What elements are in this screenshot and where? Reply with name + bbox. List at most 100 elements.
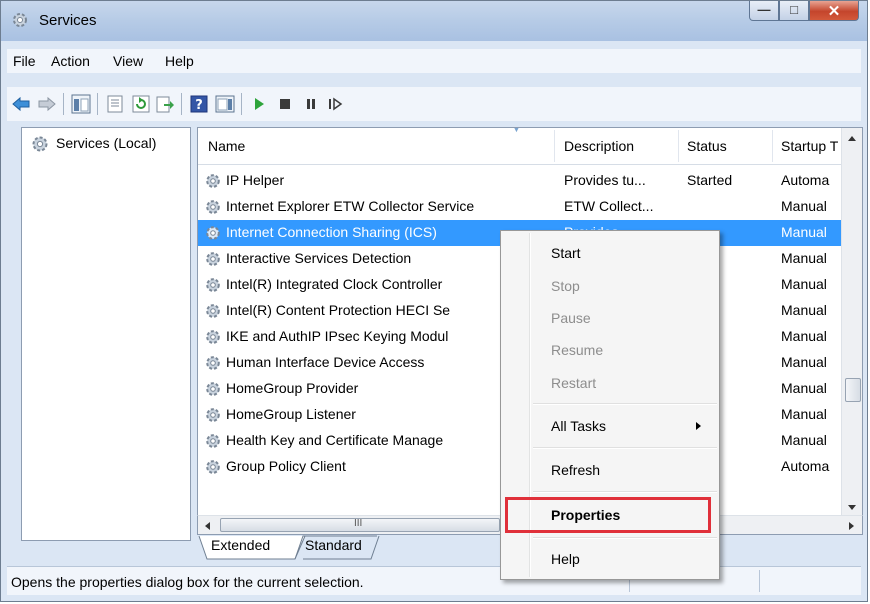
scroll-left-arrow-icon[interactable]	[203, 521, 211, 531]
column-description[interactable]: Description	[564, 138, 634, 154]
resume-service-icon[interactable]	[325, 94, 345, 114]
column-divider[interactable]	[554, 130, 555, 162]
forward-icon[interactable]	[37, 94, 57, 114]
services-gear-icon	[13, 13, 27, 27]
title-bar[interactable]: Services — □ ✕	[1, 1, 867, 41]
tab-extended[interactable]: Extended	[211, 537, 270, 553]
context-separator	[533, 537, 717, 539]
context-separator	[533, 491, 717, 493]
close-button[interactable]: ✕	[809, 1, 859, 21]
service-description: ETW Collect...	[564, 198, 654, 214]
service-gear-icon	[206, 382, 220, 396]
service-startup-type: Automa	[781, 458, 830, 474]
horizontal-scroll-thumb[interactable]: III	[220, 518, 500, 532]
vertical-scroll-thumb[interactable]	[845, 378, 861, 402]
service-startup-type: Manual	[781, 224, 827, 240]
service-gear-icon	[206, 226, 220, 240]
service-gear-icon	[206, 200, 220, 214]
service-startup-type: Manual	[781, 302, 827, 318]
service-description: Provides tu...	[564, 172, 646, 188]
service-name: Intel(R) Integrated Clock Controller	[226, 276, 443, 292]
column-status[interactable]: Status	[687, 138, 727, 154]
service-gear-icon	[206, 304, 220, 318]
service-gear-icon	[206, 356, 220, 370]
service-gear-icon	[206, 330, 220, 344]
service-gear-icon	[206, 434, 220, 448]
services-gear-icon	[32, 136, 48, 152]
window-title: Services	[39, 12, 97, 29]
submenu-arrow-icon	[696, 422, 701, 430]
table-row[interactable]: IP Helper Provides tu... Started Automa	[198, 168, 841, 194]
maximize-button[interactable]: □	[779, 1, 809, 21]
scroll-down-arrow-icon[interactable]	[847, 504, 857, 512]
menu-help[interactable]: Help	[165, 53, 194, 69]
context-separator	[533, 447, 717, 449]
pause-service-icon[interactable]	[301, 94, 321, 114]
column-divider[interactable]	[678, 130, 679, 162]
service-startup-type: Manual	[781, 380, 827, 396]
service-startup-type: Manual	[781, 198, 827, 214]
caption-buttons: — □ ✕	[749, 1, 859, 23]
toolbar-separator	[63, 93, 64, 115]
status-bar: Opens the properties dialog box for the …	[7, 566, 861, 595]
menu-bar: File Action View Help	[7, 49, 861, 73]
toolbar-separator	[241, 93, 242, 115]
context-separator	[533, 403, 717, 405]
show-hide-console-tree-icon[interactable]	[71, 94, 91, 114]
service-name: Interactive Services Detection	[226, 250, 412, 266]
service-name: Internet Explorer ETW Collector Service	[226, 198, 475, 214]
context-pause[interactable]: Pause	[551, 310, 591, 326]
service-name: IKE and AuthIP IPsec Keying Modul	[226, 328, 449, 344]
service-gear-icon	[206, 278, 220, 292]
menu-file[interactable]: File	[13, 53, 36, 69]
service-gear-icon	[206, 252, 220, 266]
toolbar: ?	[7, 87, 861, 121]
column-startup-type[interactable]: Startup T	[781, 138, 838, 154]
service-gear-icon	[206, 460, 220, 474]
context-resume[interactable]: Resume	[551, 342, 603, 358]
context-stop[interactable]: Stop	[551, 278, 580, 294]
refresh-icon[interactable]	[131, 94, 151, 114]
close-icon: ✕	[827, 3, 841, 20]
context-help[interactable]: Help	[551, 551, 580, 567]
vertical-scrollbar[interactable]	[841, 128, 862, 515]
back-icon[interactable]	[11, 94, 31, 114]
menu-action[interactable]: Action	[51, 53, 90, 69]
export-list-icon[interactable]	[155, 94, 175, 114]
stop-service-icon[interactable]	[275, 94, 295, 114]
service-name: HomeGroup Provider	[226, 380, 359, 396]
service-name: Health Key and Certificate Manage	[226, 432, 444, 448]
properties-icon[interactable]	[105, 94, 125, 114]
tree-item-services-local[interactable]: Services (Local)	[30, 135, 156, 152]
service-name: Internet Connection Sharing (ICS)	[226, 224, 437, 240]
service-name: HomeGroup Listener	[226, 406, 356, 422]
service-startup-type: Manual	[781, 406, 827, 422]
context-refresh[interactable]: Refresh	[551, 462, 600, 478]
scroll-right-arrow-icon[interactable]	[848, 521, 856, 531]
minimize-icon: —	[757, 2, 771, 17]
scroll-up-arrow-icon[interactable]	[847, 134, 857, 142]
context-start[interactable]: Start	[551, 245, 581, 261]
scroll-grip: III	[354, 518, 363, 529]
show-action-pane-icon[interactable]	[215, 94, 235, 114]
services-window: Services — □ ✕ File Action View Help ? S…	[0, 0, 868, 602]
table-row[interactable]: Internet Explorer ETW Collector Service E…	[198, 194, 841, 220]
service-startup-type: Manual	[781, 276, 827, 292]
minimize-button[interactable]: —	[749, 1, 779, 21]
menu-view[interactable]: View	[113, 53, 143, 69]
start-service-icon[interactable]	[249, 94, 269, 114]
service-startup-type: Manual	[781, 432, 827, 448]
service-status: Started	[687, 172, 733, 188]
context-restart[interactable]: Restart	[551, 375, 596, 391]
column-divider[interactable]	[772, 130, 773, 162]
service-startup-type: Automa	[781, 172, 830, 188]
help-icon[interactable]: ?	[189, 94, 209, 114]
context-all-tasks[interactable]: All Tasks	[551, 418, 606, 434]
column-name[interactable]: Name	[208, 138, 245, 154]
tab-standard[interactable]: Standard	[305, 537, 362, 553]
service-name: Human Interface Device Access	[226, 354, 425, 370]
svg-text:?: ?	[195, 98, 203, 113]
service-gear-icon	[206, 408, 220, 422]
service-startup-type: Manual	[781, 328, 827, 344]
console-tree: Services (Local)	[21, 127, 191, 541]
